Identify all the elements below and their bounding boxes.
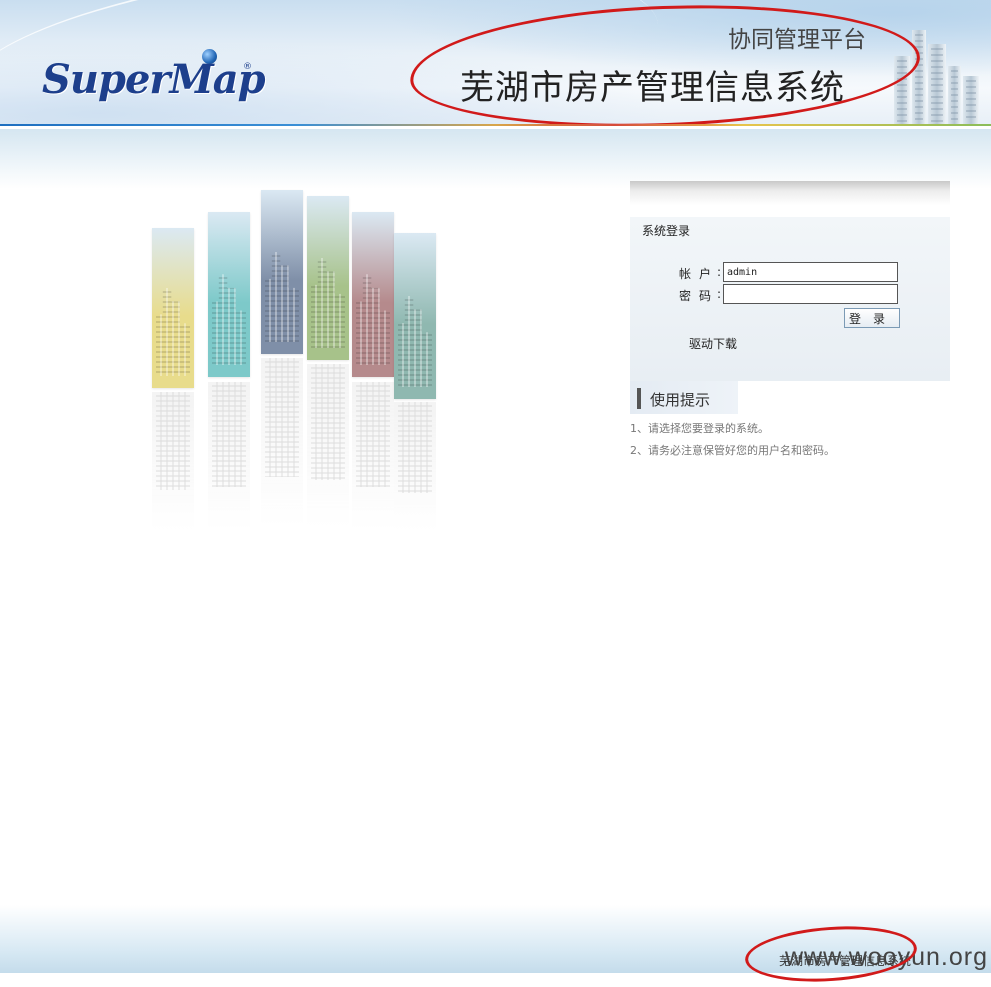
- buildings-illustration: [140, 182, 450, 537]
- login-title: 系统登录: [642, 224, 691, 238]
- building-panel: [352, 212, 394, 377]
- footer: 芜湖市房产管理信息系统 www.wooyun.org: [0, 905, 991, 987]
- tips-title: 使用提示: [650, 391, 711, 409]
- account-input[interactable]: [723, 262, 898, 282]
- building-panel: [307, 196, 349, 360]
- building-reflection: [307, 364, 349, 529]
- tips-marker: [637, 388, 641, 409]
- building-panel: [394, 233, 436, 399]
- building-reflection: [208, 382, 250, 532]
- tip-item: 2、请务必注意保管好您的用户名和密码。: [630, 444, 835, 457]
- building-reflection: [152, 392, 194, 532]
- driver-download-link[interactable]: 驱动下载: [689, 335, 737, 352]
- password-label: 密码: [679, 289, 720, 303]
- login-top-bar: [630, 181, 950, 205]
- building-panel: [261, 190, 303, 354]
- account-label: 帐户: [679, 267, 720, 281]
- building-panel: [208, 212, 250, 377]
- building-reflection: [261, 358, 303, 528]
- building-panel: [152, 228, 194, 388]
- building-reflection: [394, 402, 436, 532]
- password-colon: :: [717, 287, 722, 301]
- login-panel: 系统登录 帐户 : 密码 : 登录 驱动下载: [630, 217, 950, 381]
- tip-item: 1、请选择您要登录的系统。: [630, 422, 769, 435]
- annotation-circle-footer: [743, 921, 919, 987]
- supermap-logo: SuperMap: [42, 56, 266, 103]
- header-gradient-band: [0, 129, 991, 189]
- password-input[interactable]: [723, 284, 898, 304]
- header: SuperMap ® 协同管理平台 芜湖市房产管理信息系统: [0, 0, 991, 126]
- registered-mark: ®: [243, 62, 252, 72]
- account-colon: :: [717, 265, 722, 279]
- tips-header: 使用提示: [630, 381, 738, 414]
- building-reflection: [352, 382, 394, 532]
- header-color-bar: [0, 124, 991, 126]
- login-button[interactable]: 登录: [844, 308, 900, 328]
